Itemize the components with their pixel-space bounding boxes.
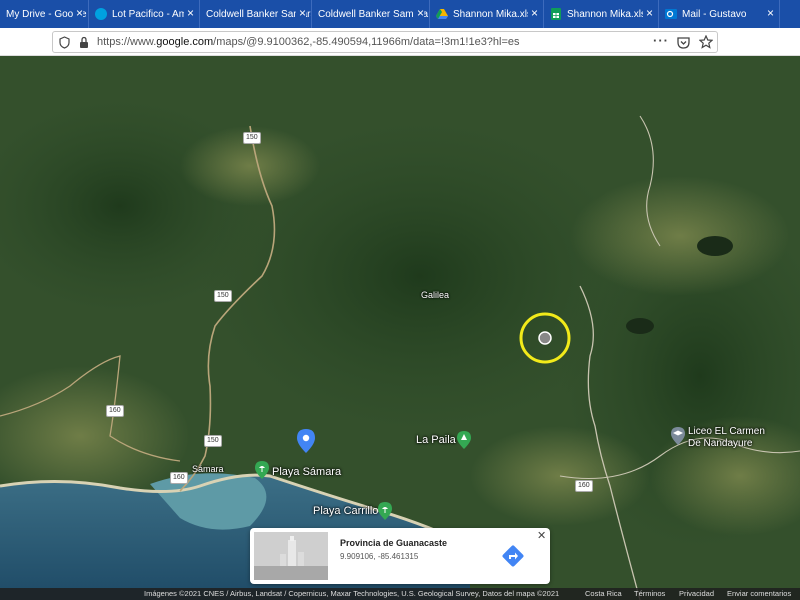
tab-label: Coldwell Banker Samara bbox=[318, 8, 429, 20]
school-icon bbox=[671, 427, 685, 445]
sheets-icon bbox=[551, 8, 561, 20]
poi-label: Playa Sámara bbox=[272, 466, 342, 478]
place-title: Provincia de Guanacaste bbox=[340, 538, 448, 548]
tab-shannon-drive[interactable]: Shannon Mika.xlsx × bbox=[430, 0, 544, 28]
poi-label: La Paila bbox=[416, 434, 456, 446]
close-icon[interactable]: × bbox=[183, 6, 194, 20]
road-marker: 150 bbox=[214, 290, 232, 302]
map-footer: Imágenes ©2021 CNES / Airbus, Landsat / … bbox=[0, 588, 800, 600]
shield-icon[interactable] bbox=[59, 36, 70, 49]
satellite-map[interactable]: 150 150 160 150 160 160 Galilea Sámara P… bbox=[0, 56, 800, 600]
tab-lot-pacifico[interactable]: Lot Pacifico - Am × bbox=[89, 0, 200, 28]
beach-icon bbox=[255, 461, 269, 479]
lock-icon[interactable] bbox=[79, 36, 89, 49]
poi-liceo-el-carmen[interactable]: Liceo EL Carmen De Nandayure bbox=[670, 426, 790, 454]
drive-icon bbox=[436, 9, 448, 19]
address-bar[interactable]: https://www.google.com/maps/@9.9100362,-… bbox=[52, 31, 718, 53]
star-icon[interactable] bbox=[699, 35, 713, 49]
place-label-samara: Sámara bbox=[192, 464, 224, 474]
poi-label-line1: Liceo EL Carmen bbox=[688, 426, 765, 437]
pocket-icon[interactable] bbox=[677, 36, 690, 49]
url-domain: google.com bbox=[156, 36, 214, 48]
feedback-link[interactable]: Enviar comentarios bbox=[727, 588, 791, 600]
street-view-thumbnail[interactable] bbox=[254, 532, 328, 580]
tab-coldwell-1[interactable]: Coldwell Banker Samara × bbox=[200, 0, 312, 28]
place-info-card[interactable]: Provincia de Guanacaste 9.909106, -85.46… bbox=[250, 528, 550, 584]
cloud-icon bbox=[95, 8, 107, 20]
url-text: https://www.google.com/maps/@9.9100362,-… bbox=[97, 36, 520, 48]
close-icon[interactable]: ✕ bbox=[537, 529, 546, 542]
road-marker: 160 bbox=[575, 480, 593, 492]
poi-label-line2: De Nandayure bbox=[688, 438, 753, 449]
poi-playa-carrillo[interactable]: Playa Carrillo bbox=[311, 501, 411, 521]
poi-la-paila[interactable]: La Paila bbox=[414, 430, 484, 450]
attribution-text: Imágenes ©2021 CNES / Airbus, Landsat / … bbox=[144, 589, 560, 598]
privacy-link[interactable]: Privacidad bbox=[679, 588, 714, 600]
poi-label: Playa Carrillo bbox=[313, 505, 379, 517]
tab-my-drive[interactable]: My Drive - Google Drive × bbox=[0, 0, 89, 28]
poi-playa-samara[interactable]: Playa Sámara bbox=[254, 460, 384, 480]
more-icon[interactable]: ··· bbox=[653, 33, 669, 48]
tab-mail[interactable]: Mail - Gustavo × bbox=[659, 0, 780, 28]
close-icon[interactable]: × bbox=[72, 6, 83, 20]
outlook-icon bbox=[665, 9, 677, 19]
road-marker: 150 bbox=[204, 435, 222, 447]
browser-tab-bar: My Drive - Google Drive × Lot Pacifico -… bbox=[0, 0, 800, 28]
close-icon[interactable]: × bbox=[527, 6, 538, 20]
navigation-bar: https://www.google.com/maps/@9.9100362,-… bbox=[0, 28, 800, 56]
tab-shannon-sheets[interactable]: Shannon Mika.xlsx × bbox=[544, 0, 659, 28]
park-icon bbox=[457, 431, 471, 449]
road-marker: 160 bbox=[170, 472, 188, 484]
place-coordinates: 9.909106, -85.461315 bbox=[340, 552, 419, 561]
close-icon[interactable]: × bbox=[763, 6, 774, 20]
country-label: Costa Rica bbox=[585, 589, 622, 598]
place-label-galilea: Galilea bbox=[421, 290, 450, 300]
close-icon[interactable]: × bbox=[295, 6, 306, 20]
road-marker: 160 bbox=[106, 405, 124, 417]
tab-coldwell-2[interactable]: Coldwell Banker Samara × bbox=[312, 0, 430, 28]
road-marker: 150 bbox=[243, 132, 261, 144]
close-icon[interactable]: × bbox=[642, 6, 653, 20]
url-prefix: https://www. bbox=[97, 36, 157, 48]
beach-icon bbox=[378, 502, 392, 520]
close-icon[interactable]: × bbox=[413, 6, 424, 20]
directions-icon[interactable] bbox=[502, 545, 524, 567]
location-pin-icon[interactable] bbox=[296, 428, 316, 454]
url-path: /maps/@9.9100362,-85.490594,11966m/data=… bbox=[213, 36, 520, 48]
terms-link[interactable]: Términos bbox=[634, 588, 665, 600]
